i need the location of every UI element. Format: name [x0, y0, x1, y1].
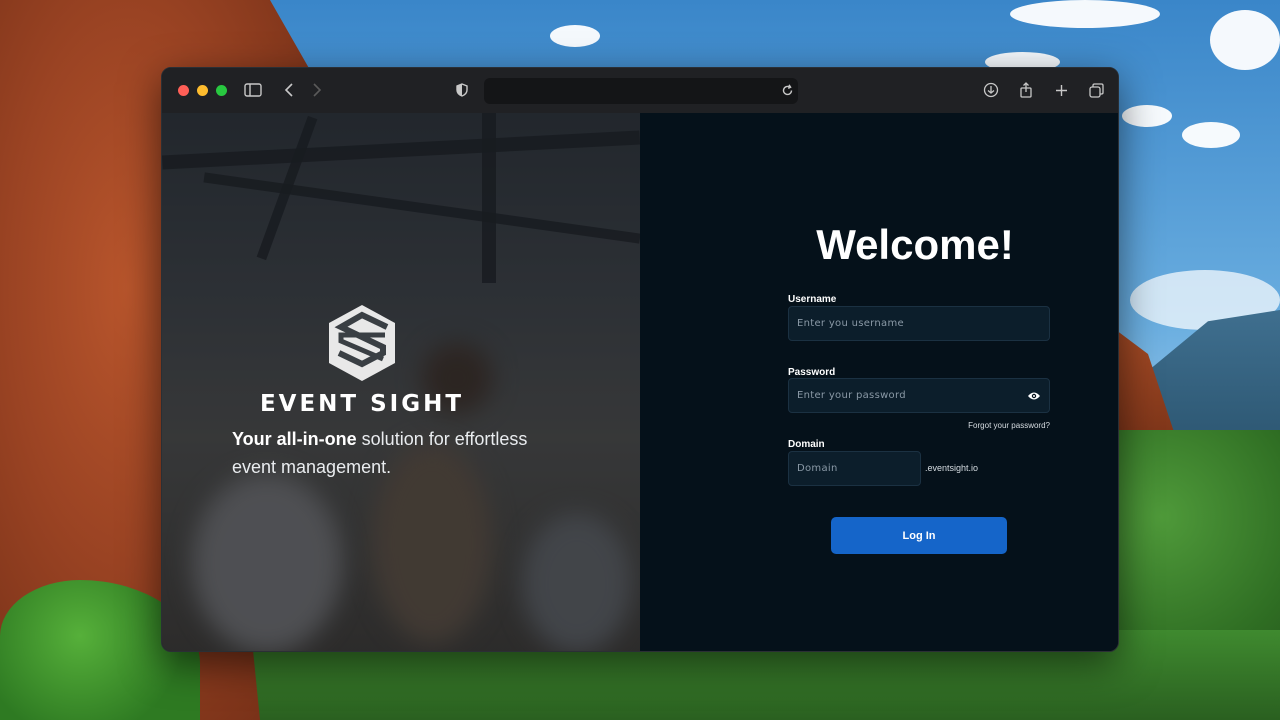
tab-overview-icon[interactable]	[1086, 80, 1106, 100]
privacy-shield-icon[interactable]	[452, 80, 472, 100]
window-controls	[178, 85, 227, 96]
password-placeholder: Enter your password	[797, 390, 906, 401]
new-tab-icon[interactable]	[1051, 80, 1071, 100]
sidebar-icon[interactable]	[243, 80, 263, 100]
username-input[interactable]: Enter you username	[788, 306, 1050, 341]
cloud	[1182, 122, 1240, 148]
download-icon[interactable]	[981, 80, 1001, 100]
cloud	[1122, 105, 1172, 127]
address-bar[interactable]	[484, 78, 798, 104]
tagline-bold: Your all-in-one	[232, 429, 357, 449]
password-label: Password	[788, 367, 836, 378]
username-placeholder: Enter you username	[797, 318, 904, 329]
close-window-button[interactable]	[178, 85, 189, 96]
hero-panel: EVENT SIGHT Your all-in-one solution for…	[162, 113, 640, 651]
password-input[interactable]: Enter your password	[788, 378, 1050, 413]
share-icon[interactable]	[1016, 80, 1036, 100]
back-icon[interactable]	[279, 80, 299, 100]
cloud	[1210, 10, 1280, 70]
minimize-window-button[interactable]	[197, 85, 208, 96]
brand: EVENT SIGHT	[162, 303, 562, 417]
zoom-window-button[interactable]	[216, 85, 227, 96]
forgot-password-link[interactable]: Forgot your password?	[930, 421, 1050, 430]
domain-placeholder: Domain	[797, 463, 838, 474]
browser-toolbar	[162, 68, 1118, 113]
username-label: Username	[788, 294, 837, 305]
domain-input[interactable]: Domain	[788, 451, 921, 486]
brand-name: EVENT SIGHT	[259, 391, 465, 417]
domain-suffix: .eventsight.io	[925, 463, 979, 473]
event-sight-logo	[329, 305, 395, 381]
page-title: Welcome!	[816, 221, 1014, 268]
cloud	[1010, 0, 1160, 28]
login-panel: Welcome! Username Enter you username Pas…	[640, 113, 1118, 651]
cloud	[550, 25, 600, 47]
show-password-icon[interactable]	[1027, 390, 1041, 402]
login-button[interactable]: Log In	[831, 517, 1007, 554]
browser-window: EVENT SIGHT Your all-in-one solution for…	[161, 67, 1119, 652]
domain-label: Domain	[788, 439, 825, 450]
forward-icon[interactable]	[307, 80, 327, 100]
reload-icon[interactable]	[777, 80, 797, 100]
page-content: EVENT SIGHT Your all-in-one solution for…	[162, 113, 1118, 651]
tagline: Your all-in-one solution for effortless …	[232, 425, 532, 481]
